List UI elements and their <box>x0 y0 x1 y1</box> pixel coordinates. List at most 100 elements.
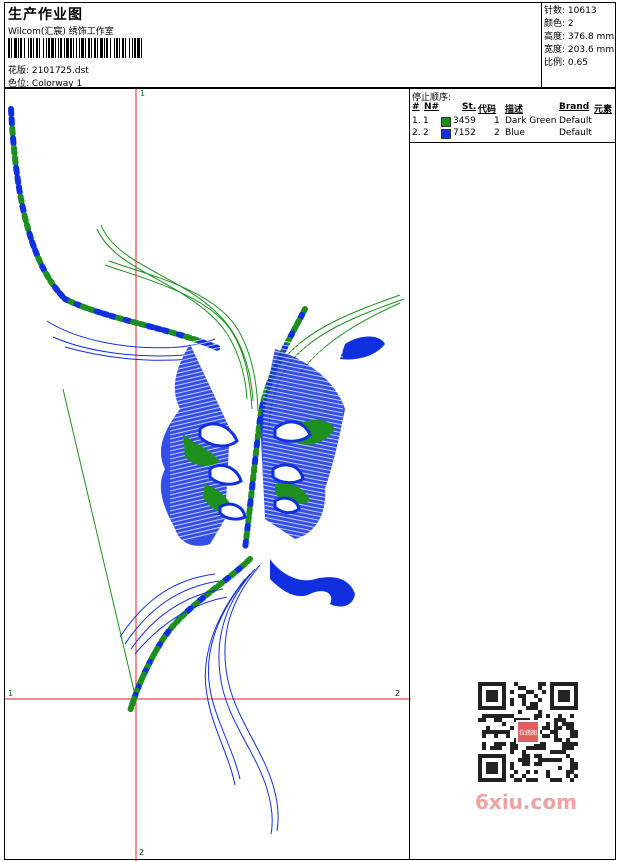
satin-dash <box>294 317 302 328</box>
satin-dash <box>221 574 232 584</box>
satin-dash <box>287 330 296 340</box>
satin-dash <box>255 423 263 434</box>
satin-dash <box>178 610 188 620</box>
header-panel: 生产作业图 Wilcom(汇宸) 绣饰工作室 花版: 2101725.dst 色… <box>4 2 617 89</box>
satin-dash <box>160 327 171 335</box>
satin-dash <box>86 306 97 314</box>
height-value: 376.8 mm <box>567 32 615 42</box>
spec-colors: 颜色: 2 <box>544 19 574 29</box>
satin-dash <box>32 247 40 258</box>
satin-dash <box>175 331 186 339</box>
satin-dash <box>93 308 104 316</box>
satin-dash <box>245 514 252 525</box>
satin-dash <box>152 325 164 333</box>
satin-dash <box>21 212 29 224</box>
satin-dash <box>190 335 201 344</box>
satin-dash <box>233 565 243 574</box>
satin-dash <box>163 628 172 638</box>
colors-value: 2 <box>567 19 574 29</box>
satin-dash <box>114 314 126 322</box>
blue-outline-curves <box>46 320 279 835</box>
stitches-value: 10613 <box>567 6 597 16</box>
satin-dash <box>43 270 52 281</box>
stop-row: 1. 1 3459 1 Dark Green Default <box>412 116 592 127</box>
col-header-num: # <box>412 102 420 112</box>
color-swatch-blue <box>441 129 451 139</box>
satin-dash <box>251 455 259 467</box>
satin-dash <box>250 464 258 475</box>
satin-dash <box>247 497 254 509</box>
satin-dash <box>62 296 72 304</box>
satin-dash <box>246 506 253 517</box>
color-swatch-green <box>441 117 451 127</box>
col-header-stitches: St. <box>462 102 477 112</box>
satin-dash <box>73 301 84 309</box>
satin-dash <box>107 312 118 320</box>
satin-dash <box>167 622 177 632</box>
satin-dash <box>122 316 133 325</box>
spec-height: 高度: 376.8 mm <box>544 32 615 42</box>
dashed-satin-curve-lower <box>127 556 253 713</box>
qr-code-image: 拉绣图 <box>478 682 578 782</box>
satin-dash <box>210 343 221 351</box>
satin-dash <box>11 154 19 167</box>
satin-dash <box>256 416 263 427</box>
spec-scale: 比例: 0.65 <box>544 58 588 68</box>
satin-dash <box>172 616 182 626</box>
watermark: 6xiu.com <box>475 790 577 814</box>
satin-dash <box>227 570 238 579</box>
satin-dash <box>290 323 299 334</box>
satin-dash <box>215 579 226 589</box>
satin-dash <box>47 277 56 288</box>
dashed-satin-curve-left <box>8 106 221 351</box>
page-title: 生产作业图 <box>8 7 83 23</box>
satin-dash <box>300 306 308 316</box>
axis-label-left: 1 <box>8 689 14 698</box>
satin-dash <box>23 221 32 233</box>
satin-dash <box>190 599 200 609</box>
satin-dash <box>14 174 22 186</box>
satin-dash <box>17 193 25 205</box>
col-header-n: N# <box>424 102 440 112</box>
satin-dash <box>79 303 90 311</box>
barcode-image <box>8 38 142 58</box>
satin-dash <box>168 329 179 337</box>
design-file-line: 花版: 2101725.dst <box>8 63 89 76</box>
satin-dash <box>252 447 260 459</box>
satin-dash <box>137 321 148 329</box>
satin-dash <box>13 164 20 176</box>
embroidery-design <box>5 89 411 861</box>
specs-panel: 针数: 10613 颜色: 2 高度: 376.8 mm 宽度: 203.6 m… <box>541 3 617 89</box>
col-header-desc: 描述 <box>505 105 524 115</box>
satin-dash <box>10 144 18 157</box>
satin-dash <box>253 439 261 450</box>
satin-dash <box>248 489 255 501</box>
scale-value: 0.65 <box>567 58 588 68</box>
satin-dash <box>196 594 207 604</box>
spec-stitches: 针数: 10613 <box>544 6 597 16</box>
studio-name: Wilcom(汇宸) 绣饰工作室 <box>8 27 114 37</box>
satin-dash <box>39 263 48 274</box>
satin-dash <box>19 202 27 215</box>
stop-sequence-header: # N# St. 代码 描述 Brand 元素 <box>410 102 615 115</box>
satin-dash <box>100 310 111 318</box>
width-value: 203.6 mm <box>567 45 615 55</box>
axis-label-right: 2 <box>395 689 401 698</box>
satin-dash <box>35 255 44 266</box>
satin-dash <box>248 481 256 492</box>
satin-dash <box>56 290 66 300</box>
satin-dash <box>158 634 168 645</box>
satin-dash <box>244 556 253 565</box>
satin-dash <box>26 230 34 242</box>
satin-dash <box>183 333 194 341</box>
file-label: 花版: <box>8 66 30 76</box>
satin-dash <box>51 284 61 294</box>
satin-dash <box>243 530 250 541</box>
satin-dash <box>29 238 37 250</box>
satin-dash <box>15 183 23 196</box>
col-header-code: 代码 <box>478 105 497 115</box>
satin-dash <box>244 522 251 533</box>
satin-dash <box>145 323 156 331</box>
satin-dash <box>129 318 141 327</box>
stop-sequence-panel: 停止顺序: # N# St. 代码 描述 Brand 元素 1. 1 3459 … <box>409 88 616 143</box>
